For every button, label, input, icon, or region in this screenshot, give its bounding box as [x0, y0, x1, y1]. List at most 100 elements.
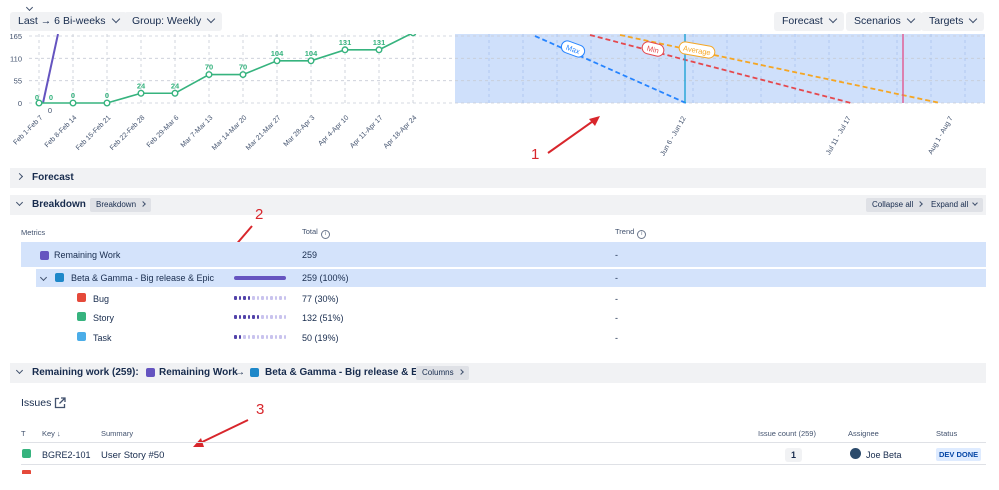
- issue-key-link[interactable]: BGRE2-101: [42, 450, 91, 460]
- range-select-label: Last → 6 Bi-weeks: [18, 15, 106, 27]
- x-tick-label: Apr 4-Apr 10: [317, 114, 350, 147]
- info-icon[interactable]: i: [320, 230, 330, 239]
- status-badge: DEV DONE: [936, 448, 982, 461]
- breakdown-row-label: Story: [93, 313, 115, 323]
- share-dots: [234, 296, 286, 300]
- issues-title: Issues: [21, 397, 52, 409]
- share-dot: [274, 296, 277, 300]
- share-dot: [234, 315, 237, 319]
- collapse-all-button[interactable]: Collapse all: [866, 198, 929, 212]
- history-line: [39, 34, 413, 104]
- share-dot: [247, 335, 250, 339]
- share-dot: [256, 296, 259, 300]
- breakdown-row-total: 50 (19%): [302, 333, 339, 343]
- group-select-label: Group: Weekly: [132, 15, 202, 27]
- burnup-chart-svg: 165 110 55 0 0 Feb 1-Feb 7 Feb 8-Feb 14Feb 15-…: [9, 34, 985, 157]
- share-dots: [234, 315, 286, 319]
- share-dot: [279, 296, 282, 300]
- columns-pill[interactable]: Columns: [416, 366, 469, 380]
- x-zero-label: 0: [48, 106, 52, 115]
- expand-all-button[interactable]: Expand all: [925, 198, 984, 212]
- share-dot: [279, 335, 282, 339]
- targets-select[interactable]: Targets: [921, 12, 985, 31]
- share-dot: [261, 335, 264, 339]
- share-dot: [256, 335, 259, 339]
- share-dot: [234, 335, 237, 339]
- chevron-down-icon: [207, 14, 216, 24]
- remaining-work-section-header[interactable]: Remaining work (259): Remaining Work → B…: [10, 363, 986, 383]
- breakdown-row-remaining-work[interactable]: [21, 242, 986, 267]
- forecast-select[interactable]: Forecast: [774, 12, 844, 31]
- breakdown-row-label: Task: [93, 333, 112, 343]
- history-point: [273, 57, 281, 65]
- chevron-down-icon: [828, 14, 838, 24]
- metrics-column-header: Metrics: [21, 228, 46, 237]
- annotation-number: 1: [531, 146, 540, 163]
- x-tick-label: Jul 11 - Jul 17: [825, 115, 853, 156]
- x-tick-label: Apr 11-Apr 17: [349, 114, 384, 149]
- share-dot: [283, 315, 286, 319]
- y-tick-label: 0: [18, 99, 22, 108]
- x-tick-label: Feb 15-Feb 21: [75, 114, 112, 151]
- scenarios-select[interactable]: Scenarios: [846, 12, 922, 31]
- data-label: 24: [171, 81, 180, 90]
- forecast-section-header[interactable]: Forecast: [10, 168, 986, 188]
- chevron-down-icon: [15, 366, 24, 375]
- x-tick-label: Mar 7-Mar 13: [180, 114, 215, 149]
- issue-count-column-header: Issue count (259): [758, 429, 816, 438]
- group-select[interactable]: Group: Weekly: [124, 12, 223, 31]
- history-point: [409, 34, 417, 37]
- assignee-column-header: Assignee: [848, 429, 879, 438]
- history-point: [103, 99, 111, 107]
- assignee-name: Joe Beta: [866, 450, 902, 460]
- columns-pill-label: Columns: [422, 368, 454, 377]
- y-tick-label: 165: [9, 34, 22, 41]
- chevron-right-icon: [15, 172, 24, 181]
- breakdown-pill[interactable]: Breakdown: [90, 198, 152, 212]
- chevron-down-icon[interactable]: [25, 3, 34, 12]
- share-dot: [265, 296, 268, 300]
- y-tick-label: 55: [14, 77, 22, 86]
- history-point: [307, 57, 315, 65]
- data-label: 70: [239, 63, 247, 72]
- history-point: [137, 89, 145, 97]
- share-bar-full: [234, 276, 286, 280]
- share-dot: [247, 296, 250, 300]
- chart-toolbar: Last → 6 Bi-weeks Group: Weekly Forecast…: [10, 12, 989, 31]
- key-header-label: Key: [42, 429, 55, 438]
- range-select[interactable]: Last → 6 Bi-weeks: [10, 12, 127, 31]
- collapse-all-label: Collapse all: [872, 200, 914, 209]
- y-tick-label: 110: [10, 54, 22, 63]
- chevron-right-icon: [140, 201, 146, 207]
- share-dot: [234, 296, 237, 300]
- remaining-work-color-swatch: [146, 368, 155, 377]
- breakdown-section-header[interactable]: Breakdown Breakdown Collapse all Expand …: [10, 195, 986, 215]
- total-header-label: Total: [302, 227, 318, 236]
- x-tick-label: Feb 8-Feb 14: [44, 114, 79, 149]
- info-icon[interactable]: i: [637, 230, 647, 239]
- share-dot: [252, 315, 255, 319]
- open-external-icon[interactable]: [54, 397, 66, 409]
- history-point: [239, 71, 247, 79]
- issue-summary[interactable]: User Story #50: [101, 450, 164, 461]
- data-label: 131: [339, 38, 352, 47]
- breakdown-row-total: 259: [302, 250, 318, 260]
- breakdown-row-trend: -: [615, 313, 618, 323]
- breakdown-row-trend: -: [615, 273, 618, 283]
- share-dot: [261, 315, 264, 319]
- breakdown-row-total: 259 (100%): [302, 273, 349, 283]
- history-point: [341, 46, 349, 54]
- status-column-header: Status: [936, 429, 958, 438]
- history-point: [375, 46, 383, 54]
- key-column-header[interactable]: Key ↓: [42, 429, 61, 438]
- share-dot: [238, 335, 241, 339]
- x-tick-label: Feb 22-Feb 28: [109, 114, 146, 151]
- x-tick-label: Feb 1-Feb 7: [12, 114, 44, 146]
- share-dot: [243, 315, 246, 319]
- task-icon: [77, 332, 86, 341]
- annotation-number: 3: [256, 401, 265, 418]
- share-dot: [270, 315, 273, 319]
- breakdown-row-trend: -: [615, 294, 618, 304]
- remaining-work-color-swatch: [40, 251, 49, 260]
- breakdown-row-trend: -: [615, 333, 618, 343]
